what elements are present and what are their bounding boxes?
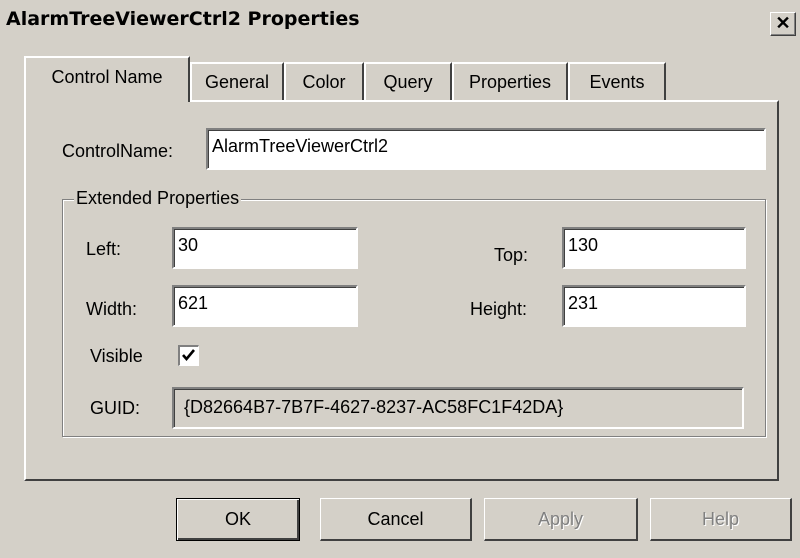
tab-label: General <box>204 72 270 92</box>
ok-button[interactable]: OK <box>176 498 300 541</box>
visible-label: Visible <box>90 346 143 366</box>
extended-properties-title: Extended Properties <box>74 188 242 209</box>
cancel-button[interactable]: Cancel <box>320 498 472 541</box>
guid-field: {D82664B7-7B7F-4627-8237-AC58FC1F42DA} <box>172 387 744 429</box>
title-bar: AlarmTreeViewerCtrl2 Properties ✕ <box>0 0 800 40</box>
properties-dialog: AlarmTreeViewerCtrl2 Properties ✕ Contro… <box>0 0 800 558</box>
tab-control-name[interactable]: Control Name <box>24 56 190 102</box>
width-label: Width: <box>86 299 138 319</box>
tab-label: Color <box>302 72 346 92</box>
left-input[interactable]: 30 <box>172 227 358 269</box>
control-name-value: AlarmTreeViewerCtrl2 <box>212 136 389 156</box>
height-input[interactable]: 231 <box>562 285 746 327</box>
tab-query[interactable]: Query <box>364 62 452 100</box>
tab-general[interactable]: General <box>190 62 284 100</box>
left-label: Left: <box>86 239 122 259</box>
checkmark-icon <box>182 349 195 362</box>
tab-label: Query <box>383 72 433 92</box>
tab-properties[interactable]: Properties <box>452 62 568 100</box>
control-name-input[interactable]: AlarmTreeViewerCtrl2 <box>206 128 766 170</box>
width-value: 621 <box>178 293 209 313</box>
help-button[interactable]: Help <box>650 498 792 541</box>
control-name-label: ControlName: <box>62 141 174 161</box>
height-label: Height: <box>470 299 528 319</box>
help-label: Help <box>701 509 740 529</box>
visible-checkbox[interactable] <box>178 345 199 366</box>
close-icon: ✕ <box>775 13 791 33</box>
tab-label: Control Name <box>51 67 163 87</box>
tab-color[interactable]: Color <box>284 62 364 100</box>
left-value: 30 <box>178 235 199 255</box>
close-button[interactable]: ✕ <box>770 12 796 36</box>
dialog-title: AlarmTreeViewerCtrl2 Properties <box>6 8 360 30</box>
tab-events[interactable]: Events <box>568 62 666 100</box>
ok-label: OK <box>224 509 251 529</box>
top-value: 130 <box>568 235 599 255</box>
tab-label: Events <box>589 72 645 92</box>
apply-button[interactable]: Apply <box>484 498 638 541</box>
tab-label: Properties <box>468 72 552 92</box>
height-value: 231 <box>568 293 599 313</box>
guid-value: {D82664B7-7B7F-4627-8237-AC58FC1F42DA} <box>184 397 564 417</box>
guid-label: GUID: <box>90 398 141 418</box>
apply-label: Apply <box>537 509 584 529</box>
top-input[interactable]: 130 <box>562 227 746 269</box>
width-input[interactable]: 621 <box>172 285 358 327</box>
top-label: Top: <box>494 245 529 265</box>
cancel-label: Cancel <box>367 509 424 529</box>
